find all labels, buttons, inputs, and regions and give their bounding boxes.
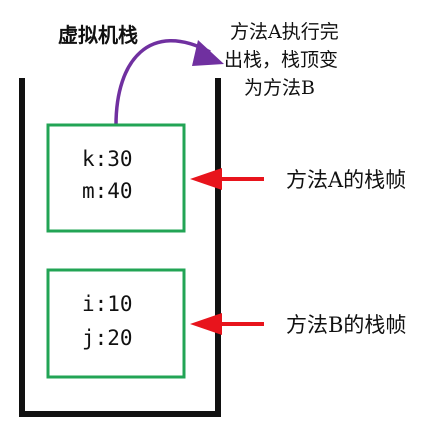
pop-note-line: 方法A执行完 [230,21,339,43]
frame-b-variable: j:20 [82,326,133,350]
frame-a-variable: m:40 [82,179,133,203]
pop-note-line: 为方法B [244,77,315,99]
frame-b-variable: i:10 [82,292,133,316]
stack-frame-a [46,123,186,233]
pointer-arrow-a [190,168,264,190]
frame-b-pointer-label: 方法B的栈帧 [286,313,406,337]
pop-note-line: 出栈，栈顶变 [224,49,338,71]
pop-note: 方法A执行完 出栈，栈顶变 为方法B [224,21,339,99]
stack-title: 虚拟机栈 [58,23,138,47]
jvm-stack-diagram: 虚拟机栈 方法A执行完 出栈，栈顶变 为方法B k:30 m:40 i:10 j… [19,21,406,417]
stack-frame-b [46,268,186,379]
pop-arrow-head [192,40,224,66]
pointer-arrow-b [190,313,264,335]
frame-a-pointer-label: 方法A的栈帧 [286,168,406,192]
frame-a-variable: k:30 [82,147,133,171]
